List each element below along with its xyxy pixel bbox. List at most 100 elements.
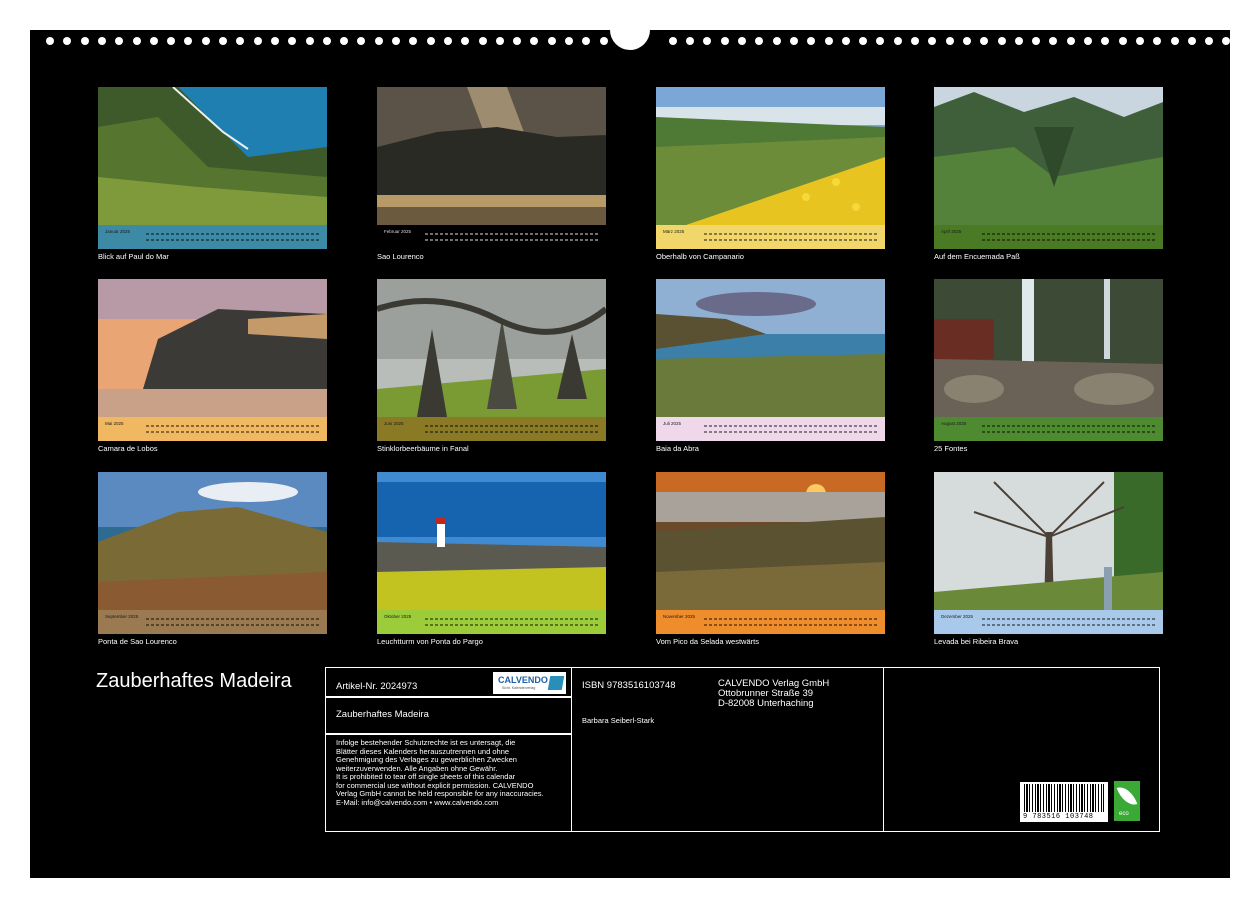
calvendo-logo: CALVENDO Sicht. Kalenderverlag [493,672,566,694]
binding-ring [1135,37,1144,45]
date-row [704,624,879,626]
binding-ring [97,37,106,45]
binding-ring [478,37,487,45]
month-caption: Vom Pico da Selada westwärts [656,637,759,646]
date-row [704,239,879,241]
month-photo [377,87,606,225]
month-card: Dezember 2025 Levada bei Ribeira Brava [934,472,1163,646]
month-date-strip: April 2025 [934,225,1163,249]
month-card: April 2025 Auf dem Encuemada Paß [934,87,1163,261]
eco-badge: eco [1114,781,1140,821]
month-label: Oktober 2025 [384,614,412,619]
binding-ring [720,37,729,45]
month-label: Februar 2025 [384,229,412,234]
day-row [982,233,1157,243]
month-caption: Levada bei Ribeira Brava [934,637,1019,646]
binding-ring [565,37,573,45]
date-row [982,239,1157,241]
month-caption: Leuchtturm von Ponta do Pargo [377,637,483,646]
isbn-barcode: 9 783516 103748 [1020,782,1108,822]
month-photo [656,472,885,610]
day-row [982,425,1157,435]
month-caption: Oberhalb von Campanario [656,252,744,261]
month-date-strip: Juli 2025 [656,417,885,441]
month-date-strip: Juni 2025 [377,417,606,441]
day-row [146,425,321,435]
month-label: Januar 2025 [105,229,131,234]
calendar-title: Zauberhaftes Madeira [96,670,292,692]
month-card: Oktober 2025 Leuchtturm von Ponta do Parg… [377,472,606,646]
month-photo [656,87,885,225]
binding-ring [911,37,919,45]
month-date-strip: März 2025 [656,225,885,249]
leaf-icon [1116,783,1138,809]
month-caption: Blick auf Paul do Mar [98,252,169,261]
author: Barbara Seiberl-Stark [582,716,655,725]
month-caption: Stinklorbeerbäume in Fanal [377,444,469,453]
month-date-strip: Januar 2025 [98,225,327,249]
date-row [425,624,600,626]
month-date-strip: November 2025 [656,610,885,634]
binding-ring [1187,37,1196,45]
isbn: ISBN 9783516103748 [582,680,676,691]
binding-ring [599,37,608,45]
binding-ring [322,37,331,45]
logo-text: CALVENDO [498,675,548,685]
binding-ring [132,37,141,45]
day-row [425,233,600,243]
day-row [704,425,879,435]
binding-ring [893,37,902,45]
day-row [425,425,600,435]
date-row [146,239,321,241]
month-photo [656,279,885,417]
month-photo [377,279,606,417]
date-row [704,431,879,433]
binding-ring [219,37,227,45]
day-row [704,618,879,628]
binding-ring [201,37,210,45]
date-row [982,431,1157,433]
barcode-bars [1024,784,1104,812]
month-label: April 2025 [941,229,962,234]
month-card: März 2025 Oberhalb von Campanario [656,87,885,261]
barcode-number: 9 783516 103748 [1023,813,1094,821]
binding-ring [392,37,400,45]
month-label: Dezember 2025 [941,614,974,619]
month-label: September 2025 [105,614,139,619]
day-row [425,618,600,628]
day-row [982,618,1157,628]
binding-ring [270,37,279,45]
month-caption: 25 Fontes [934,444,968,453]
binding-ring [374,37,383,45]
month-date-strip: Februar 2025 [377,225,606,249]
month-caption: Baia da Abra [656,444,699,453]
month-label: Juni 2025 [384,421,404,426]
date-row [425,431,600,433]
article-number: Artikel-Nr. 2024973 [336,681,418,692]
logo-mark-icon [547,676,565,690]
month-card: Mai 2025 Camara de Lobos [98,279,327,453]
divider [325,696,572,698]
month-label: März 2025 [663,229,685,234]
month-photo [934,87,1163,225]
notice-line: E-Mail: info@calvendo.com • www.calvendo… [336,797,499,807]
info-title: Zauberhaftes Madeira [336,709,429,720]
month-photo [934,279,1163,417]
date-row [982,624,1157,626]
month-label: November 2025 [663,614,696,619]
binding-ring [253,37,262,45]
month-label: Juli 2025 [663,421,682,426]
binding-ring [443,37,452,45]
month-label: Mai 2025 [105,421,124,426]
month-label: August 2025 [941,421,967,426]
date-row [146,624,321,626]
month-photo [98,279,327,417]
binding-ring [824,37,833,45]
binding-ring [46,37,54,45]
binding-ring [495,37,504,45]
divider [325,733,572,735]
month-caption: Ponta de Sao Lourenco [98,637,177,646]
month-card: Februar 2025 Sao Lourenco [377,87,606,261]
binding-ring [1014,37,1023,45]
month-card: Januar 2025 Blick auf Paul do Mar [98,87,327,261]
